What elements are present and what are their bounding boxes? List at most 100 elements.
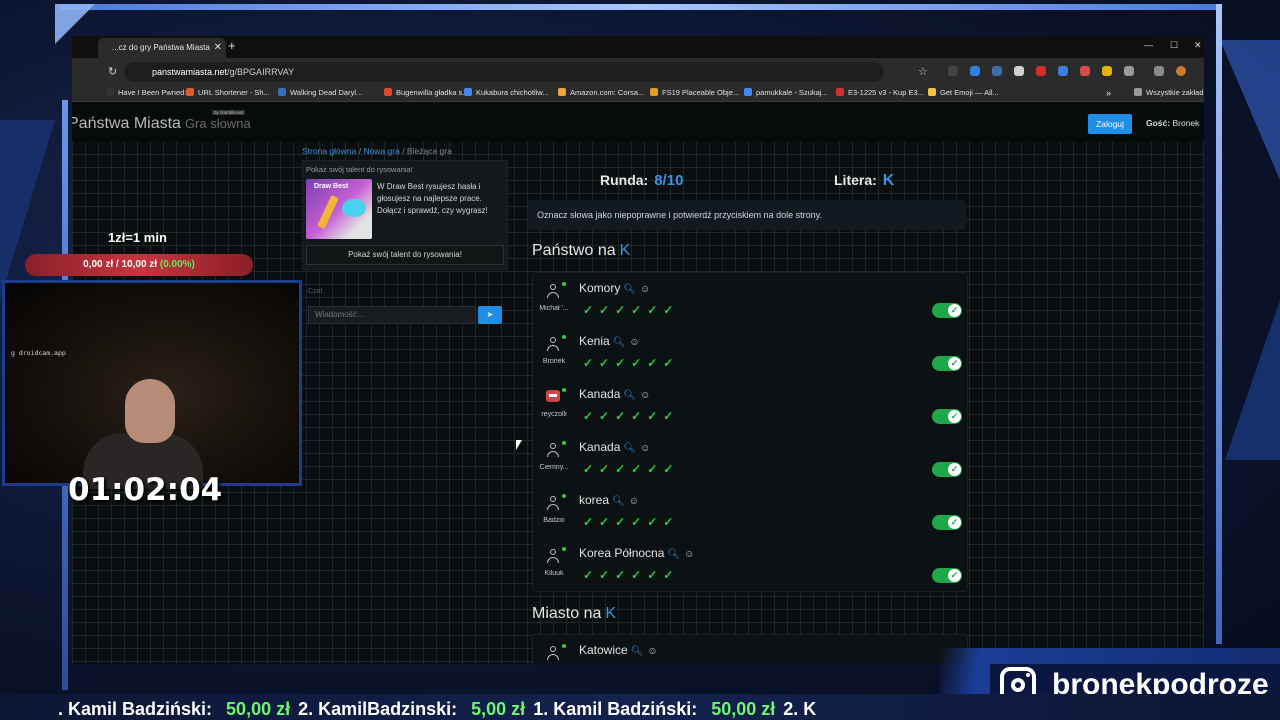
bookmark-item[interactable]: Walking Dead Daryl...	[278, 88, 362, 97]
promo-button[interactable]: Pokaż swój talent do rysowania!	[306, 245, 504, 265]
bookmark-star-icon[interactable]: ☆	[918, 65, 928, 78]
site-header: Państwa Miasta Gra słowna by Gamble.net Z…	[72, 102, 1204, 142]
ticker-donor: 2. KamilBadzinski:	[298, 699, 458, 719]
search-icon[interactable]: 🔍︎	[623, 390, 636, 401]
answer-word: Kanada 🔍︎ ☺	[579, 387, 650, 401]
frame-decoration	[1225, 300, 1280, 460]
answer-text: Kenia	[579, 334, 610, 348]
emoji-icon[interactable]: ☺	[647, 646, 657, 657]
search-icon[interactable]: 🔍︎	[623, 443, 636, 454]
bookmark-item[interactable]: pamukkale - Szukaj...	[744, 88, 828, 97]
answer-text: Kanada	[579, 440, 621, 454]
stream-timer: 01:02:04	[68, 472, 223, 508]
user-icon	[545, 336, 561, 352]
minimize-icon[interactable]: —	[1144, 40, 1153, 50]
emoji-icon[interactable]: ☺	[640, 390, 650, 401]
extension-icon[interactable]	[992, 66, 1002, 76]
accept-toggle[interactable]: ✓	[932, 409, 962, 424]
answers-list-city: Katowice 🔍︎ ☺	[532, 634, 968, 664]
close-tab-icon[interactable]: ✕	[214, 38, 222, 58]
emoji-icon[interactable]: ☺	[629, 496, 639, 507]
round-label: Runda:	[600, 172, 649, 188]
search-icon[interactable]: 🔍︎	[631, 646, 644, 657]
extension-icon[interactable]	[1058, 66, 1068, 76]
answer-text: korea	[579, 493, 610, 507]
emoji-icon[interactable]: ☺	[640, 443, 650, 454]
bookmarks-bar: Wszystkie zakład » Have I Been Pwned:...…	[72, 86, 1204, 102]
bookmark-label: Bugenwilla gładka s...	[396, 88, 469, 97]
accept-toggle[interactable]: ✓	[932, 568, 962, 583]
emoji-icon[interactable]: ☺	[629, 337, 639, 348]
answer-word: Kanada 🔍︎ ☺	[579, 440, 650, 454]
bookmark-item[interactable]: Bugenwilla gładka s...	[384, 88, 469, 97]
bookmark-favicon-icon	[278, 88, 286, 96]
robot-avatar-icon	[546, 390, 560, 402]
answer-row: Badzio korea 🔍︎ ☺ ✓✓✓✓✓✓ ✓	[533, 485, 969, 538]
bookmark-item[interactable]: FS19 Placeable Obje...	[650, 88, 739, 97]
extension-icon[interactable]	[1080, 66, 1090, 76]
round-value: 8/10	[654, 172, 684, 189]
bookmark-favicon-icon	[558, 88, 566, 96]
bookmark-favicon-icon	[650, 88, 658, 96]
answer-word: Kenia 🔍︎ ☺	[579, 334, 640, 348]
answers-list-country: Michał '... Komory 🔍︎ ☺ ✓✓✓✓✓✓ ✓ Bronek Kenia 🔍︎…	[532, 272, 968, 592]
player-name: Kiluuk	[544, 570, 564, 577]
tab-bar: ...cz do gry Państwa Miasta ✕ + — ☐ ✕	[72, 36, 1204, 58]
new-tab-button[interactable]: +	[228, 38, 236, 53]
reload-icon[interactable]: ↻	[108, 65, 117, 78]
accept-toggle[interactable]: ✓	[932, 356, 962, 371]
bookmarks-overflow-icon[interactable]: »	[1106, 88, 1111, 98]
extension-icon[interactable]	[948, 66, 958, 76]
donation-percent: (0.00%)	[159, 259, 195, 270]
webcam-watermark: g droidcam.app	[11, 349, 66, 357]
site-logo[interactable]: Państwa Miasta Gra słowna	[72, 115, 251, 133]
search-icon[interactable]: 🔍︎	[612, 496, 625, 507]
login-button[interactable]: Zaloguj	[1088, 114, 1132, 134]
check-icon: ✓	[948, 516, 961, 529]
extensions-puzzle-icon[interactable]	[1124, 66, 1134, 76]
player-name: Bronek	[542, 358, 566, 365]
bookmark-item[interactable]: Kukabura chichotliw...	[464, 88, 549, 97]
breadcrumb-home[interactable]: Strona główna	[302, 146, 356, 156]
url-input[interactable]: panstwamiasta.net/g/BPGAIRRVAY	[124, 62, 884, 82]
category-title-country: Państwo na K	[532, 242, 630, 260]
send-message-button[interactable]: ➤	[478, 306, 502, 324]
search-icon[interactable]: 🔍︎	[623, 284, 636, 295]
check-icon: ✓	[948, 357, 961, 370]
search-icon[interactable]: 🔍︎	[613, 337, 626, 348]
emoji-icon[interactable]: ☺	[640, 284, 650, 295]
frame-border-right	[1216, 4, 1222, 644]
speech-bubble-icon	[342, 199, 366, 217]
donation-ticker: . Kamil Badziński: 50,00 zł 2. KamilBadzin…	[0, 694, 1280, 720]
all-bookmarks-folder[interactable]: Wszystkie zakład	[1134, 88, 1204, 97]
bookmark-item[interactable]: Get Emoji — All...	[928, 88, 999, 97]
bookmark-item[interactable]: URL Shortener - Sh...	[186, 88, 270, 97]
emoji-icon[interactable]: ☺	[684, 549, 694, 560]
bookmark-label: URL Shortener - Sh...	[198, 88, 270, 97]
bookmark-item[interactable]: Amazon.com: Corsa...	[558, 88, 644, 97]
online-dot	[562, 644, 566, 648]
vote-checks: ✓✓✓✓✓✓	[583, 462, 680, 476]
bookmark-item[interactable]: E3-1225 v3 - Kup E3...	[836, 88, 924, 97]
extension-icon[interactable]	[1014, 66, 1024, 76]
chat-message-input[interactable]: Wiadomość...	[308, 306, 476, 324]
answer-text: Katowice	[579, 643, 628, 657]
bookmark-item[interactable]: Have I Been Pwned:...	[106, 88, 193, 97]
accept-toggle[interactable]: ✓	[932, 515, 962, 530]
logo-subtitle: Gra słowna	[184, 116, 251, 131]
extension-icon[interactable]	[1036, 66, 1046, 76]
side-panel-icon[interactable]	[1154, 66, 1164, 76]
close-window-icon[interactable]: ✕	[1194, 40, 1202, 51]
browser-tab[interactable]: ...cz do gry Państwa Miasta ✕	[98, 38, 226, 58]
extension-icon[interactable]	[1102, 66, 1112, 76]
extension-icon[interactable]	[970, 66, 980, 76]
maximize-icon[interactable]: ☐	[1170, 40, 1178, 51]
answer-word: korea 🔍︎ ☺	[579, 493, 639, 507]
profile-avatar[interactable]	[1176, 66, 1186, 76]
accept-toggle[interactable]: ✓	[932, 462, 962, 477]
answer-row: Katowice 🔍︎ ☺	[533, 635, 969, 664]
search-icon[interactable]: 🔍︎	[667, 549, 680, 560]
accept-toggle[interactable]: ✓	[932, 303, 962, 318]
promo-image[interactable]: Draw Best	[306, 179, 372, 239]
breadcrumb-new-game[interactable]: Nowa gra	[363, 146, 399, 156]
